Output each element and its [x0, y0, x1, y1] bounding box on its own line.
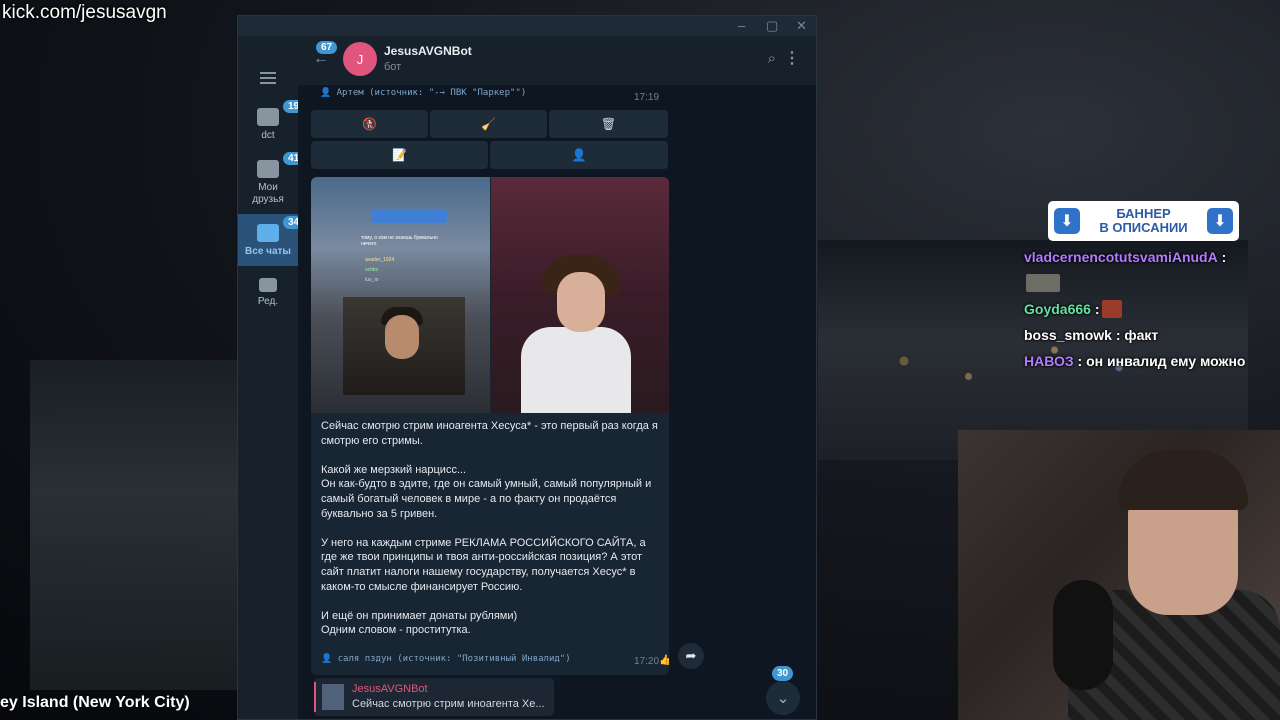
photo-stream-screenshot[interactable]: тому, о ком не знаешь буквально ничего a… [311, 177, 490, 413]
chat-separator: : [1217, 249, 1227, 265]
keyboard-button-block[interactable]: 🚷 [311, 110, 428, 138]
webcam-hair [1118, 450, 1248, 510]
message-paragraph: Сейчас смотрю стрим иноагента Хесуса* - … [321, 420, 658, 447]
photo-caption: тому, о ком не знаешь буквально ничего [361, 235, 438, 247]
banner-link[interactable]: ⬇ БАННЕР В ОПИСАНИИ ⬇ [1048, 201, 1239, 241]
city-view-left [30, 360, 240, 690]
portrait-shirt [521, 327, 631, 413]
chat-header: ← 67 J JesusAVGNBot бот ⌕ ⋮ [298, 36, 816, 86]
folder-icon: 41 [257, 152, 305, 178]
chat-separator: : [1090, 301, 1100, 317]
previous-message-time: 17:19 [634, 92, 660, 103]
stream-location-label: ey Island (New York City) [0, 694, 190, 711]
photo-username: avader_1924 [365, 257, 395, 263]
inset-face [385, 315, 419, 359]
chat-username: Goyda666 [1024, 301, 1091, 317]
reply-thumbnail [322, 684, 344, 710]
download-arrow-icon: ⬇ [1054, 208, 1080, 234]
folder-dct[interactable]: 191 dct [238, 100, 310, 156]
message-paragraph: У него на каждым стриме РЕКЛАМА РОССИЙСК… [321, 536, 646, 593]
stream-chat-message: НАВОЗ : он инвалид ему можно [1024, 348, 1280, 374]
message-paragraph: И ещё он принимает донаты рублями) Одним… [321, 609, 518, 637]
portrait-face [557, 272, 605, 332]
folder-all-chats[interactable]: 348 Все чаты [238, 214, 310, 266]
message-list: 👤 Артем (источник: "-→ ПВК "Паркер"") 17… [298, 86, 816, 719]
stream-chat-message: vladcernencotutsvamiAnudA : [1024, 244, 1280, 270]
sliders-icon [259, 278, 277, 292]
chat-username: НАВОЗ [1024, 353, 1074, 369]
banner-text: БАННЕР В ОПИСАНИИ [1099, 207, 1187, 235]
folder-label: Мои друзья [252, 182, 284, 205]
folder-edit[interactable]: Ред. [238, 278, 298, 318]
stream-url-label: kick.com/jesusavgn [2, 2, 167, 23]
stream-chat-message: Goyda666 : [1024, 296, 1280, 322]
chat-text: факт [1124, 327, 1159, 343]
window-titlebar: – ▢ ✕ [238, 16, 816, 36]
banner-line-2: В ОПИСАНИИ [1099, 220, 1188, 235]
keyboard-button-delete[interactable]: 🗑 [549, 110, 668, 138]
photo-highlight [371, 209, 447, 223]
banner-line-1: БАННЕР [1116, 206, 1171, 221]
photo-portrait[interactable] [491, 177, 669, 413]
telegram-window: – ▢ ✕ 191 dct 41 Мои друзья 348 Все чаты… [237, 15, 817, 720]
thumbs-up-icon: 👍 [659, 655, 669, 666]
folder-friends[interactable]: 41 Мои друзья [238, 152, 305, 212]
unread-badge: 67 [316, 41, 338, 54]
keyboard-button-clean[interactable]: 🧹 [430, 110, 547, 138]
avatar[interactable]: J [343, 42, 377, 76]
scroll-down-icon[interactable]: ⌄ [766, 681, 800, 715]
message-time: 17:20 [634, 656, 660, 667]
unread-count-badge: 30 [772, 666, 794, 681]
photo-username: ochko [365, 267, 379, 273]
reply-preview[interactable]: JesusAVGNBot Сейчас смотрю стрим иноаген… [314, 678, 554, 716]
message-paragraph: Какой же мерзкий нарцисс... Он как-будто… [321, 463, 652, 520]
folder-label: dct [261, 130, 275, 141]
stream-chat-message: boss_smowk : факт [1024, 322, 1280, 348]
keyboard-button-user[interactable]: 👤 [490, 141, 668, 169]
previous-message-source: 👤 Артем (источник: "-→ ПВК "Паркер"") [320, 88, 527, 98]
reply-accent-bar [314, 682, 316, 712]
reply-snippet: Сейчас смотрю стрим иноагента Хе... [352, 698, 545, 710]
folder-label: Все чаты [245, 246, 291, 257]
more-options-icon[interactable]: ⋮ [784, 48, 800, 68]
chats-icon: 348 [257, 216, 310, 242]
message-bubble[interactable]: тому, о ком не знаешь буквально ничего a… [311, 177, 669, 675]
minimize-button[interactable]: – [738, 18, 745, 33]
emote-icon [1101, 300, 1122, 318]
reply-author: JesusAVGNBot [352, 683, 428, 695]
maximize-button[interactable]: ▢ [766, 18, 778, 34]
keyboard-button-note[interactable]: 📝 [311, 141, 488, 169]
folder-icon: 191 [257, 100, 310, 126]
message-source: 👤 саля пздун (источник: "Позитивный Инва… [321, 654, 571, 664]
stream-chat-emote-row [1024, 270, 1280, 296]
photo-inset [343, 297, 465, 395]
chat-text: он инвалид ему можно [1086, 353, 1246, 369]
emote-icon [1026, 274, 1060, 292]
forward-icon[interactable]: ➦ [678, 643, 704, 669]
webcam-feed [958, 430, 1280, 720]
chat-username: vladcernencotutsvamiAnudA [1024, 249, 1218, 265]
chat-username: boss_smowk [1024, 327, 1112, 343]
chat-separator: : [1073, 353, 1087, 369]
microphone [1053, 580, 1113, 690]
hamburger-icon[interactable] [260, 72, 276, 87]
close-button[interactable]: ✕ [796, 18, 807, 34]
search-icon[interactable]: ⌕ [768, 50, 776, 67]
chat-title[interactable]: JesusAVGNBot [384, 44, 472, 58]
download-arrow-icon: ⬇ [1206, 208, 1233, 234]
chat-status: бот [384, 61, 402, 73]
message-text: Сейчас смотрю стрим иноагента Хесуса* - … [321, 419, 663, 653]
photo-username: luo_io [365, 277, 379, 283]
folder-rail: 191 dct 41 Мои друзья 348 Все чаты Ред. [238, 36, 310, 719]
folder-label: Ред. [257, 296, 279, 307]
chat-separator: : [1111, 327, 1125, 343]
stream-chat-overlay: vladcernencotutsvamiAnudA : Goyda666 : bos… [1024, 244, 1280, 374]
